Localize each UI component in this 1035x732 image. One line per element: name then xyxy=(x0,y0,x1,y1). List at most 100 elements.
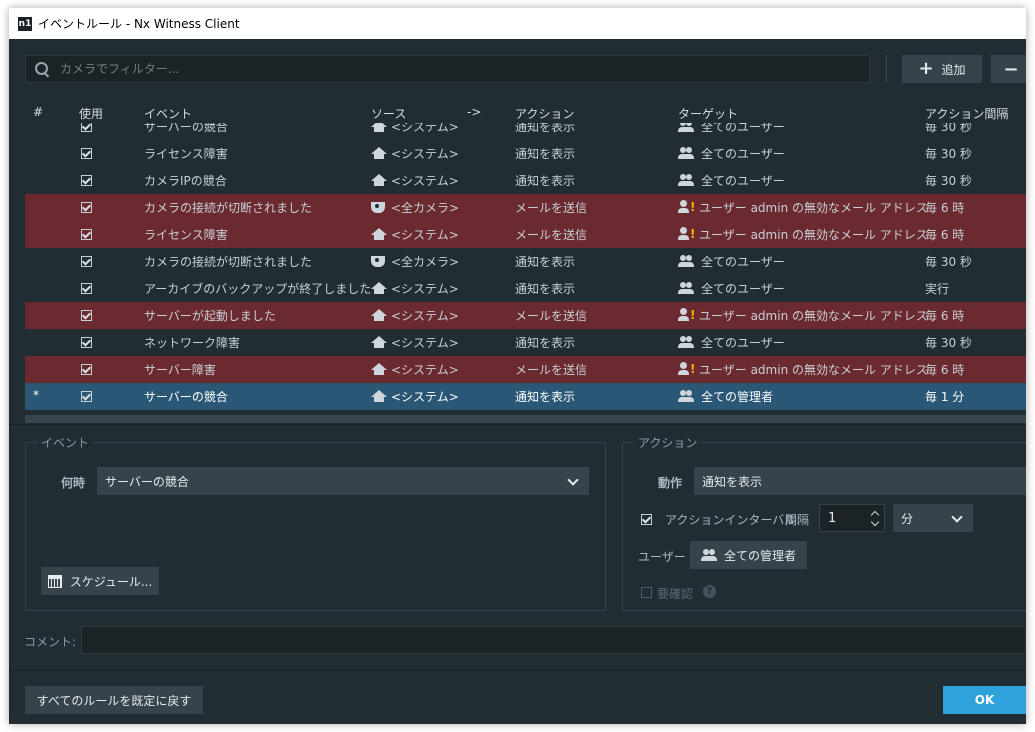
system-icon xyxy=(371,228,387,240)
row-target-label: ユーザー admin の無効なメール アドレス xyxy=(699,363,928,377)
row-source-label: <システム> xyxy=(391,363,459,377)
row-event: カメラIPの競合 xyxy=(144,174,227,188)
camera-filter-input[interactable] xyxy=(58,61,842,77)
table-row[interactable]: カメラの接続が切断されました <全カメラ> メールを送信! ユーザー admin の無… xyxy=(25,194,1026,221)
select-users-button[interactable]: 全ての管理者 xyxy=(690,541,807,569)
horizontal-scrollbar[interactable] xyxy=(25,415,1026,423)
row-target: 全てのユーザー xyxy=(678,280,785,297)
table-row[interactable]: サーバーの競合 <システム> 通知を表示 全てのユーザー 毎 30 秒 xyxy=(25,123,1026,140)
row-interval: 毎 1 分 xyxy=(925,390,965,404)
row-source: <全カメラ> xyxy=(371,199,459,216)
enabled-checkbox[interactable] xyxy=(81,337,92,348)
row-source: <システム> xyxy=(371,123,459,135)
row-source: <システム> xyxy=(371,280,459,297)
row-source-label: <システム> xyxy=(391,390,459,404)
table-row[interactable]: カメラの接続が切断されました <全カメラ> 通知を表示 全てのユーザー 毎 30 秒 xyxy=(25,248,1026,275)
row-event: サーバーの競合 xyxy=(144,123,228,134)
column-header-source[interactable]: ソース xyxy=(371,105,406,122)
table-row[interactable]: サーバーが起動しました <システム> メールを送信! ユーザー admin の無効なメ… xyxy=(25,302,1026,329)
users-label: ユーザー xyxy=(638,550,686,564)
camera-filter-search[interactable] xyxy=(25,55,870,83)
row-event: カメラの接続が切断されました xyxy=(144,201,313,215)
interval-stepper[interactable]: 1 xyxy=(819,504,885,532)
table-row[interactable]: ライセンス障害 <システム> 通知を表示 全てのユーザー 毎 30 秒 xyxy=(25,140,1026,167)
camera-icon xyxy=(371,256,385,267)
enabled-checkbox[interactable] xyxy=(81,148,92,159)
toolbar-separator xyxy=(886,55,887,83)
enabled-checkbox[interactable] xyxy=(81,202,92,213)
enabled-checkbox[interactable] xyxy=(81,229,92,240)
remove-rule-button[interactable]: − xyxy=(991,55,1026,83)
row-action: メールを送信 xyxy=(515,228,588,242)
row-target-label: ユーザー admin の無効なメール アドレス xyxy=(699,201,928,215)
row-target: ! ユーザー admin の無効なメール アドレス xyxy=(678,199,928,216)
when-label: 何時 xyxy=(61,476,86,490)
reset-rules-button[interactable]: すべてのルールを既定に戻す xyxy=(25,686,203,714)
enabled-checkbox[interactable] xyxy=(81,310,92,321)
action-type-dropdown[interactable]: 通知を表示 xyxy=(694,467,1026,495)
enabled-checkbox[interactable] xyxy=(81,364,92,375)
row-interval: 実行 xyxy=(925,282,950,296)
row-source-label: <システム> xyxy=(391,147,459,161)
chevron-down-icon xyxy=(951,511,963,523)
column-header-event[interactable]: イベント xyxy=(144,105,192,122)
system-icon xyxy=(371,309,387,321)
column-header-target[interactable]: ターゲット xyxy=(678,105,738,122)
stepper-down-icon[interactable] xyxy=(870,517,880,527)
enabled-checkbox[interactable] xyxy=(81,256,92,267)
row-action: メールを送信 xyxy=(515,363,588,377)
column-header-number[interactable]: # xyxy=(33,105,43,119)
column-header-action[interactable]: アクション xyxy=(515,105,574,122)
enabled-checkbox[interactable] xyxy=(81,283,92,294)
require-ack-checkbox[interactable] xyxy=(641,587,652,598)
enabled-checkbox[interactable] xyxy=(81,175,92,186)
row-source-label: <システム> xyxy=(391,174,459,188)
users-icon xyxy=(678,147,694,159)
toolbar: + 追加 − xyxy=(9,39,1026,101)
event-type-dropdown[interactable]: サーバーの競合 xyxy=(97,467,589,495)
enabled-checkbox[interactable] xyxy=(81,391,92,402)
action-type-value: 通知を表示 xyxy=(702,474,763,489)
comment-label: コメント: xyxy=(24,635,77,649)
user-warning-icon: ! xyxy=(678,362,695,376)
action-interval-checkbox[interactable] xyxy=(641,514,652,525)
row-source: <全カメラ> xyxy=(371,253,459,270)
row-action: 通知を表示 xyxy=(515,174,576,188)
column-header-enabled[interactable]: 使用 xyxy=(79,105,103,122)
table-row[interactable]: アーカイブのバックアップが終了しました <システム> 通知を表示 全てのユーザー 実行 xyxy=(25,275,1026,302)
camera-icon xyxy=(371,202,385,213)
title-bar: n1 イベントルール - Nx Witness Client xyxy=(9,8,1026,39)
add-rule-button[interactable]: + 追加 xyxy=(902,55,982,83)
row-source-label: <システム> xyxy=(391,282,459,296)
system-icon xyxy=(371,123,387,132)
event-group: イベント 何時 サーバーの競合 スケジュール... xyxy=(25,434,606,611)
require-ack-label: 要確認 xyxy=(657,587,694,601)
user-warning-icon: ! xyxy=(678,200,695,214)
ok-button[interactable]: OK xyxy=(943,686,1026,714)
event-rules-window: n1 イベントルール - Nx Witness Client + 追加 − # … xyxy=(9,8,1026,724)
calendar-icon xyxy=(47,574,62,588)
row-target: 全てのユーザー xyxy=(678,145,785,162)
row-action: 通知を表示 xyxy=(515,123,576,134)
interval-unit-dropdown[interactable]: 分 xyxy=(893,504,973,532)
table-row[interactable]: ライセンス障害 <システム> メールを送信! ユーザー admin の無効なメール ア… xyxy=(25,221,1026,248)
table-row[interactable]: サーバー障害 <システム> メールを送信! ユーザー admin の無効なメール アド… xyxy=(25,356,1026,383)
comment-input[interactable] xyxy=(81,626,1026,654)
row-interval: 毎 30 秒 xyxy=(925,147,972,161)
row-event: サーバーの競合 xyxy=(144,390,228,404)
window-title: イベントルール - Nx Witness Client xyxy=(38,17,240,31)
users-icon xyxy=(678,336,694,348)
table-row[interactable]: カメラIPの競合 <システム> 通知を表示 全てのユーザー 毎 30 秒 xyxy=(25,167,1026,194)
interval-label: 間隔 xyxy=(785,513,810,527)
column-header-arrow[interactable]: -> xyxy=(467,105,481,119)
row-target: 全てのユーザー xyxy=(678,172,785,189)
column-header-interval[interactable]: アクション間隔 xyxy=(925,105,1008,122)
table-row[interactable]: * サーバーの競合 <システム> 通知を表示 全ての管理者 毎 1 分 xyxy=(25,383,1026,410)
help-icon[interactable]: ? xyxy=(703,585,716,598)
schedule-button[interactable]: スケジュール... xyxy=(41,567,159,595)
enabled-checkbox[interactable] xyxy=(81,123,92,132)
row-interval: 毎 6 時 xyxy=(925,228,965,242)
table-row[interactable]: ネットワーク障害 <システム> 通知を表示 全てのユーザー 毎 30 秒 xyxy=(25,329,1026,356)
row-target-label: ユーザー admin の無効なメール アドレス xyxy=(699,309,928,323)
interval-unit-value: 分 xyxy=(901,511,914,526)
